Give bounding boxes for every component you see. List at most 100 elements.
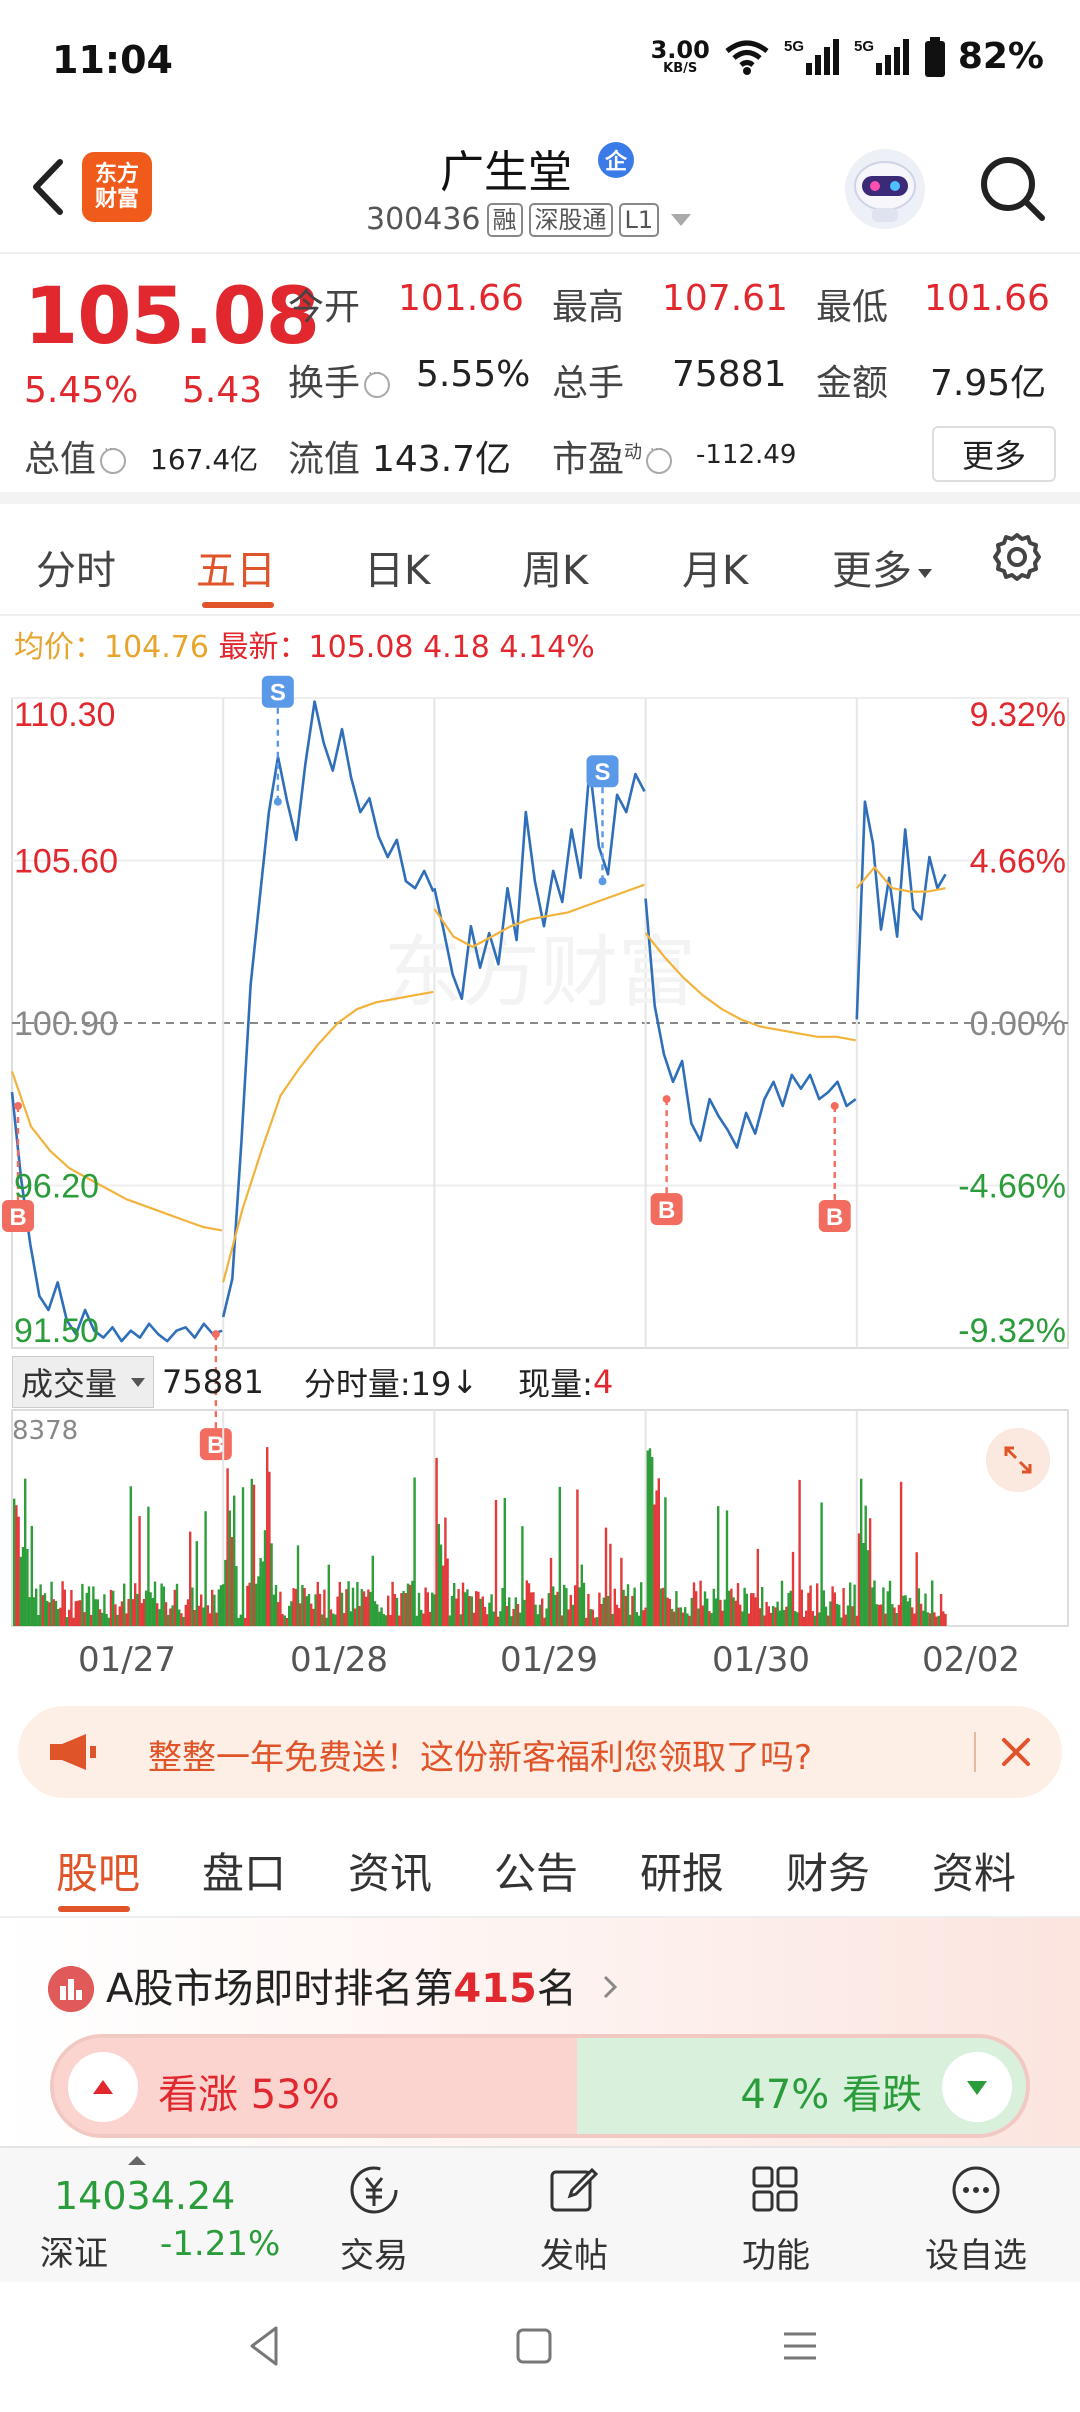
volume-bar <box>756 1548 759 1626</box>
chevron-down-icon <box>131 1377 146 1387</box>
volume-bar <box>483 1606 487 1626</box>
volume-bar <box>521 1526 524 1626</box>
volume-bar <box>70 1590 73 1626</box>
volume-bar <box>888 1580 892 1626</box>
eastmoney-logo[interactable]: 东方 财富 <box>82 152 152 222</box>
home-square-icon[interactable] <box>514 2326 554 2366</box>
search-icon[interactable] <box>976 152 1048 224</box>
volume-bar <box>855 1615 858 1626</box>
volume-bar <box>61 1581 64 1626</box>
vote-down-button[interactable] <box>942 2052 1012 2122</box>
volume-bar <box>369 1591 372 1626</box>
volume-bar <box>123 1583 126 1626</box>
nav-trade[interactable]: 交易 <box>314 2162 434 2277</box>
gear-icon[interactable] <box>990 530 1044 584</box>
back-triangle-icon[interactable] <box>244 2322 284 2370</box>
volume-bar <box>635 1612 638 1626</box>
tab-financials[interactable]: 财务 <box>786 1840 870 1901</box>
ranking-text[interactable]: A股市场即时排名第415名 <box>106 1956 577 2014</box>
volume-bar <box>763 1615 766 1626</box>
volume-bar <box>261 1561 264 1626</box>
promo-banner[interactable]: 整整一年免费送！这份新客福利您领取了吗? <box>18 1706 1062 1798</box>
volume-bar <box>607 1595 610 1626</box>
stock-code-row[interactable]: 300436 融 深股通 L1 <box>366 202 692 237</box>
volume-bar <box>281 1614 284 1626</box>
tab-monthly-k[interactable]: 月K <box>682 538 748 596</box>
tab-daily-k[interactable]: 日K <box>364 538 430 596</box>
content-tabs: 股吧 盘口 资讯 公告 研报 财务 资料 <box>0 1814 1080 1918</box>
back-arrow-icon[interactable] <box>26 156 70 218</box>
volume-bar <box>167 1614 170 1626</box>
volume-bar <box>305 1596 308 1626</box>
info-icon[interactable] <box>364 366 391 398</box>
info-icon[interactable] <box>646 442 673 474</box>
volume-bar <box>325 1617 328 1626</box>
date-label: 01/29 <box>500 1640 598 1680</box>
volume-bar <box>158 1609 161 1626</box>
volume-bar <box>464 1592 467 1626</box>
current-price: 105.08 <box>24 272 320 362</box>
volume-bar <box>670 1608 674 1626</box>
volume-bar <box>57 1609 60 1626</box>
volume-bar <box>120 1601 124 1626</box>
volume-bar <box>527 1583 531 1626</box>
tab-profile[interactable]: 资料 <box>932 1840 1016 1901</box>
volume-selector[interactable]: 成交量 <box>12 1356 155 1408</box>
volume-bar <box>633 1587 636 1626</box>
tab-order-book[interactable]: 盘口 <box>202 1840 286 1901</box>
volume-bar <box>477 1591 480 1626</box>
more-quote-button[interactable]: 更多 <box>932 426 1056 482</box>
more-circle-icon <box>952 2166 1000 2214</box>
clock: 11:04 <box>52 38 173 82</box>
info-icon[interactable] <box>100 442 127 474</box>
volume-bar <box>444 1517 447 1626</box>
volume-bar <box>664 1497 667 1626</box>
tab-intraday[interactable]: 分时 <box>36 538 116 596</box>
price-line <box>855 800 947 1020</box>
volume-bar <box>112 1590 115 1626</box>
tab-forum[interactable]: 股吧 <box>56 1840 140 1901</box>
wifi-icon <box>725 40 769 75</box>
ai-robot-icon[interactable] <box>842 146 928 232</box>
vote-up-button[interactable] <box>68 2052 138 2122</box>
volume-bar <box>536 1614 539 1626</box>
volume-bar <box>822 1590 825 1626</box>
nav-add-watchlist[interactable]: 设自选 <box>916 2162 1036 2277</box>
volume-bar <box>642 1610 645 1626</box>
volume-bar <box>829 1601 832 1626</box>
tab-weekly-k[interactable]: 周K <box>522 538 588 596</box>
tab-announcements[interactable]: 公告 <box>494 1840 578 1901</box>
menu-icon[interactable] <box>780 2326 820 2366</box>
volume-bar <box>525 1580 528 1626</box>
volume-bar <box>193 1610 196 1626</box>
volume-bar <box>906 1601 909 1626</box>
volume-bar <box>422 1613 425 1626</box>
expand-icon[interactable] <box>986 1428 1050 1492</box>
volume-bar <box>83 1612 86 1626</box>
volume-bar <box>235 1566 238 1626</box>
volume-bar <box>347 1581 350 1626</box>
volume-bar <box>626 1584 630 1626</box>
signal-5g-icon: 5G <box>784 38 839 75</box>
volume-bar <box>772 1605 775 1626</box>
volume-bar <box>316 1581 319 1626</box>
nav-functions[interactable]: 功能 <box>716 2162 836 2277</box>
ranking-icon <box>48 1966 94 2012</box>
volume-bar <box>41 1595 44 1626</box>
volume-bar <box>512 1608 515 1626</box>
latest-price-value: 105.08 <box>308 630 414 665</box>
five-day-chart[interactable]: 东方财富BBSSB B110.30105.60100.9096.2091.509.… <box>0 668 1080 1628</box>
ranking-number: 415 <box>453 1966 537 2012</box>
volume-bar <box>745 1593 748 1626</box>
tab-research[interactable]: 研报 <box>640 1840 724 1901</box>
volume-bar <box>574 1585 577 1626</box>
marker-label: B <box>207 1432 224 1459</box>
nav-post[interactable]: 发帖 <box>514 2162 634 2277</box>
volume-bar <box>455 1598 458 1626</box>
tab-more[interactable]: 更多 <box>832 538 932 596</box>
close-icon[interactable] <box>990 1726 1042 1778</box>
volume-bar <box>208 1613 212 1626</box>
tab-five-day[interactable]: 五日 <box>196 538 276 596</box>
volume-bar <box>706 1598 709 1626</box>
tab-news[interactable]: 资讯 <box>348 1840 432 1901</box>
